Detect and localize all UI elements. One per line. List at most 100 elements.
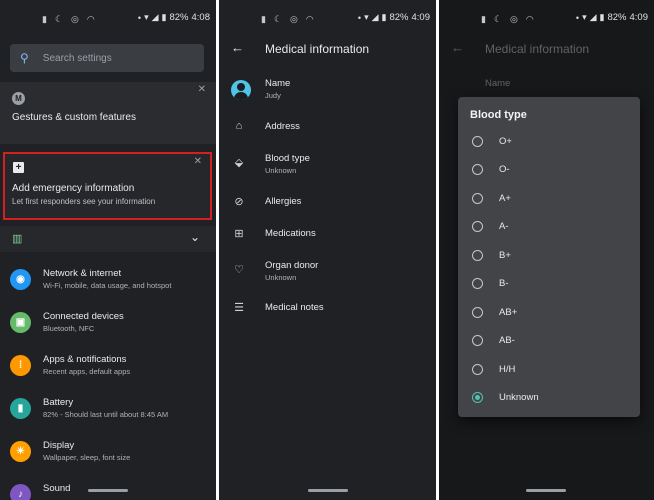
medical-item-title: Address — [265, 121, 300, 132]
radio-button[interactable] — [472, 250, 483, 261]
blood-type-option[interactable]: A- — [458, 214, 640, 242]
vibrate-suggestion-row[interactable]: ▥ ⌄ — [0, 226, 216, 252]
option-label: B+ — [499, 250, 511, 261]
emergency-card-subtitle: Let first responders see your informatio… — [12, 197, 156, 206]
blood-type-option[interactable]: O- — [458, 157, 640, 185]
settings-item-apps[interactable]: ⁞ Apps & notifications Recent apps, defa… — [0, 351, 216, 393]
close-icon[interactable]: ✕ — [194, 156, 202, 167]
medical-item-name[interactable]: Name Judy — [219, 76, 436, 108]
settings-item-subtitle: Wallpaper, sleep, font size — [43, 453, 131, 462]
medical-item-title: Medications — [265, 228, 316, 239]
search-input[interactable] — [42, 52, 183, 64]
gesture-nav-handle[interactable] — [308, 489, 348, 492]
gestures-card[interactable]: M ✕ Gestures & custom features — [0, 82, 216, 144]
medical-item-value: Unknown — [265, 273, 297, 282]
blood-type-dialog-screen: ▮ ☾ ◎ ◠ • ▾ ◢ ▮ 82% 4:09 ← Medical infor… — [439, 0, 654, 500]
medical-item-allergies[interactable]: ⊘ Allergies — [219, 194, 436, 218]
radio-button-selected[interactable] — [472, 392, 483, 403]
chevron-down-icon[interactable]: ⌄ — [190, 230, 200, 244]
battery-percent: 82% — [607, 12, 627, 23]
medical-item-blood-type[interactable]: ⬙ Blood type Unknown — [219, 151, 436, 183]
search-bar[interactable]: ⚲ — [10, 44, 204, 72]
dot-icon: • — [137, 12, 142, 23]
blood-type-option[interactable]: B- — [458, 271, 640, 299]
moon-icon: ☾ — [54, 14, 64, 24]
blood-type-option[interactable]: AB- — [458, 328, 640, 356]
blood-type-option[interactable]: A+ — [458, 186, 640, 214]
app-icon: ◎ — [290, 14, 298, 24]
clock: 4:09 — [411, 12, 431, 23]
emergency-info-card[interactable]: + ✕ Add emergency information Let first … — [3, 152, 212, 220]
dialog-title: Blood type — [470, 109, 527, 121]
medical-info-screen: ▮ ☾ ◎ ◠ • ▾ ◢ ▮ 82% 4:09 ← Medical infor… — [219, 0, 436, 500]
blood-type-option[interactable]: H/H — [458, 357, 640, 385]
settings-item-subtitle: Recent apps, default apps — [43, 367, 131, 376]
radio-button[interactable] — [472, 221, 483, 232]
medical-item-title: Name — [485, 78, 511, 89]
settings-item-title: Apps & notifications — [43, 354, 127, 365]
blood-type-option[interactable]: O+ — [458, 129, 640, 157]
option-label: H/H — [499, 364, 516, 375]
moon-icon: ☾ — [493, 14, 503, 24]
blood-type-option[interactable]: AB+ — [458, 300, 640, 328]
status-right: • ▾ ◢ ▮ 82% 4:09 — [358, 12, 430, 23]
settings-item-title: Display — [43, 440, 75, 451]
option-label: Unknown — [499, 392, 539, 403]
app-icon: ◎ — [71, 14, 79, 24]
settings-item-subtitle: 82% - Should last until about 8:45 AM — [43, 410, 169, 419]
back-arrow-icon[interactable]: ← — [231, 40, 244, 55]
radio-button[interactable] — [472, 193, 483, 204]
option-label: A- — [499, 221, 509, 232]
wifi-status-icon: ▾ — [364, 12, 369, 22]
settings-item-battery[interactable]: ▮ Battery 82% - Should last until about … — [0, 394, 216, 436]
sound-icon: ♪ — [10, 484, 31, 500]
home-icon: ⌂ — [235, 120, 243, 132]
cell-signal-icon: ◢ — [589, 12, 597, 22]
status-bar: ▮ ☾ ◎ ◠ • ▾ ◢ ▮ 82% 4:09 — [439, 0, 654, 38]
option-label: B- — [499, 278, 509, 289]
gesture-nav-handle[interactable] — [526, 489, 566, 492]
app-bar: ← Medical information — [219, 38, 436, 64]
radio-button[interactable] — [472, 136, 483, 147]
settings-item-title: Sound — [43, 483, 71, 494]
arc-icon: ◠ — [86, 14, 95, 24]
medical-item-title: Allergies — [265, 196, 302, 207]
settings-item-title: Network & internet — [43, 268, 122, 279]
medical-item-notes[interactable]: ☰ Medical notes — [219, 300, 436, 324]
radio-button[interactable] — [472, 278, 483, 289]
motorola-logo-icon: M — [12, 92, 25, 105]
settings-item-title: Battery — [43, 397, 74, 408]
status-bar: ▮ ☾ ◎ ◠ • ▾ ◢ ▮ 82% 4:09 — [219, 0, 436, 38]
option-label: AB- — [499, 335, 515, 346]
medical-item-organ-donor[interactable]: ♡ Organ donor Unknown — [219, 258, 436, 290]
gesture-nav-handle[interactable] — [88, 489, 128, 492]
close-icon[interactable]: ✕ — [198, 84, 206, 95]
apps-icon: ⁞ — [10, 355, 31, 376]
settings-item-subtitle: Wi-Fi, mobile, data usage, and hotspot — [43, 281, 172, 290]
settings-item-title: Connected devices — [43, 311, 124, 322]
page-title: Medical information — [485, 42, 590, 56]
medical-item-title: Name — [265, 78, 291, 89]
radio-button[interactable] — [472, 335, 483, 346]
medical-item-title: Blood type — [265, 153, 310, 164]
settings-item-connected-devices[interactable]: ▣ Connected devices Bluetooth, NFC — [0, 308, 216, 350]
signal-bars-icon: ▮ — [481, 14, 486, 24]
settings-item-network[interactable]: ◉ Network & internet Wi-Fi, mobile, data… — [0, 265, 216, 307]
battery-status-icon: ▮ — [599, 12, 605, 22]
app-bar-dimmed: ← Medical information — [439, 38, 654, 64]
settings-item-subtitle: Bluetooth, NFC — [43, 324, 95, 333]
medical-item-medications[interactable]: ⊞ Medications — [219, 226, 436, 250]
person-icon — [231, 80, 251, 100]
medical-item-title: Medical notes — [265, 302, 324, 313]
medical-item-name-dimmed: Name — [439, 76, 654, 96]
medical-item-address[interactable]: ⌂ Address — [219, 118, 436, 142]
notes-icon: ☰ — [234, 302, 244, 314]
blood-type-option[interactable]: B+ — [458, 243, 640, 271]
clock: 4:09 — [629, 12, 649, 23]
settings-item-display[interactable]: ☀ Display Wallpaper, sleep, font size — [0, 437, 216, 479]
radio-button[interactable] — [472, 364, 483, 375]
medical-item-title: Organ donor — [265, 260, 319, 271]
blood-type-option-selected[interactable]: Unknown — [458, 385, 640, 413]
radio-button[interactable] — [472, 164, 483, 175]
radio-button[interactable] — [472, 307, 483, 318]
